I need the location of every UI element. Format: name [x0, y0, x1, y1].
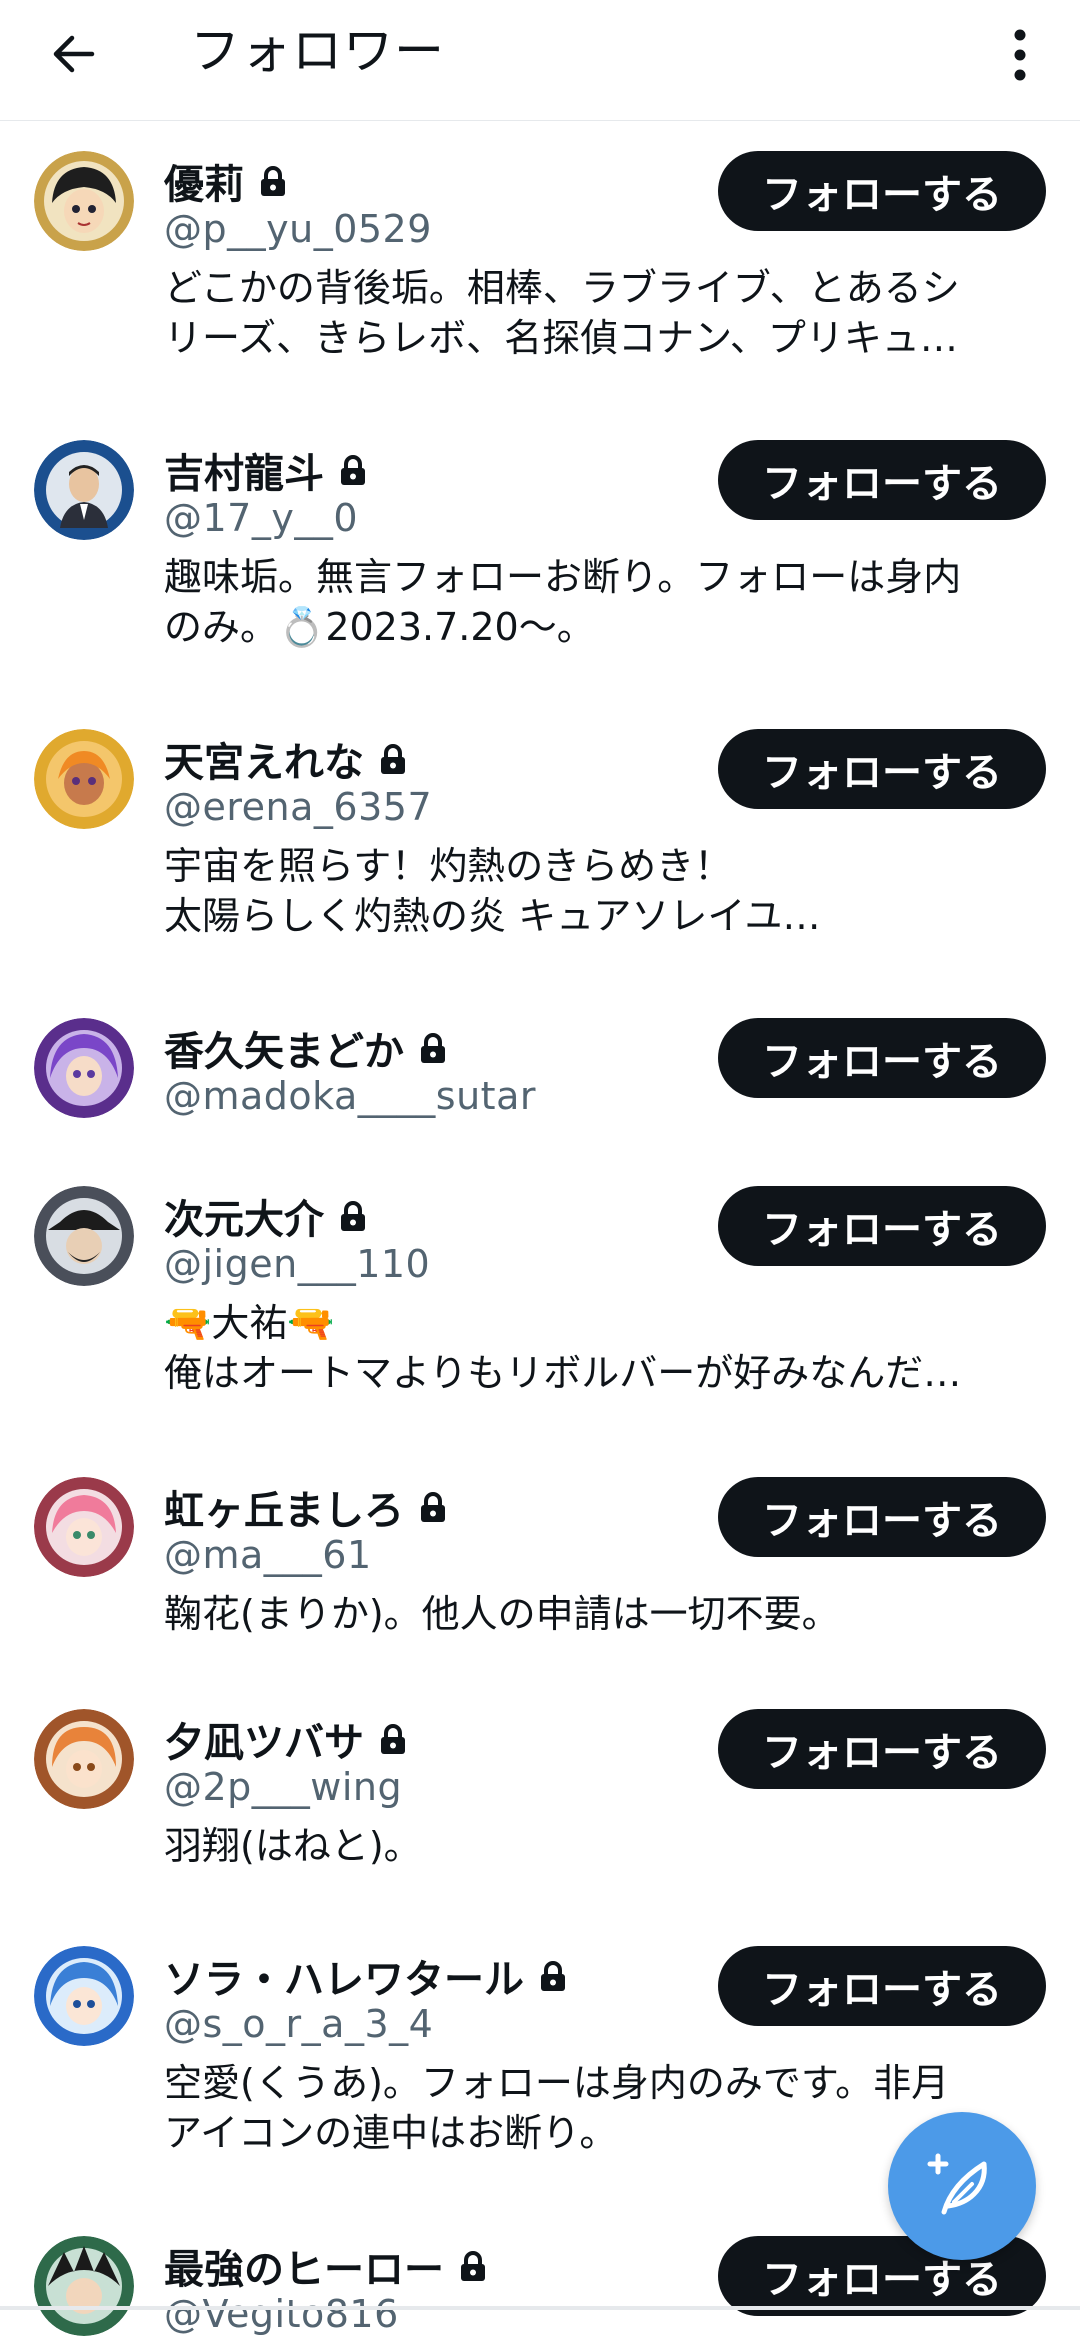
follow-button[interactable]: フォローする: [718, 1018, 1046, 1098]
display-name: 虹ヶ丘ましろ: [164, 1488, 404, 1534]
avatar[interactable]: [34, 2236, 134, 2336]
avatar[interactable]: [34, 729, 134, 829]
compose-post-button[interactable]: [888, 2112, 1036, 2260]
lock-icon: [538, 1960, 568, 1992]
user-handle: @p__yu_0529: [164, 207, 432, 251]
display-name: 夕凪ツバサ: [164, 1720, 364, 1766]
user-bio: 羽翔(はねと)。: [164, 1824, 422, 1868]
avatar[interactable]: [34, 1709, 134, 1809]
avatar[interactable]: [34, 1946, 134, 2046]
user-handle: @ma___61: [164, 1533, 372, 1577]
user-bio: 鞠花(まりか)。他人の申請は一切不要。: [164, 1592, 840, 1636]
lock-icon: [338, 1200, 368, 1232]
avatar[interactable]: [34, 1018, 134, 1118]
display-name: 天宮えれな: [164, 740, 364, 786]
follow-button[interactable]: フォローする: [718, 729, 1046, 809]
avatar[interactable]: [34, 1186, 134, 1286]
lock-icon: [458, 2250, 488, 2282]
arrow-left-icon: [53, 35, 95, 73]
user-bio: 宇宙を照らす！灼熱のきらめき！ 太陽らしく灼熱の炎 キュアソレイユ…: [164, 844, 821, 938]
lock-icon: [258, 165, 288, 197]
user-handle: @2p___wing: [164, 1765, 403, 1809]
avatar[interactable]: [34, 151, 134, 251]
display-name: 吉村龍斗: [164, 451, 324, 497]
bottom-divider: [0, 2306, 1080, 2310]
display-name: 最強のヒーロー: [164, 2247, 444, 2293]
user-handle: @madoka____sutar: [164, 1074, 536, 1118]
back-button[interactable]: [44, 24, 104, 84]
user-bio: 趣味垢。無言フォローお断り。フォローは身内 のみ。💍2023.7.20〜。: [164, 555, 962, 649]
follow-button[interactable]: フォローする: [718, 1946, 1046, 2026]
lock-icon: [418, 1491, 448, 1523]
display-name: ソラ・ハレワタール: [164, 1957, 524, 2003]
display-name: 香久矢まどか: [164, 1029, 404, 1075]
user-bio: 🔫大祐🔫 俺はオートマよりもリボルバーが好みなんだ…: [164, 1301, 962, 1395]
user-handle: @jigen___110: [164, 1242, 431, 1286]
follow-button[interactable]: フォローする: [718, 1186, 1046, 1266]
follow-button[interactable]: フォローする: [718, 1709, 1046, 1789]
avatar[interactable]: [34, 1477, 134, 1577]
follow-button[interactable]: フォローする: [718, 151, 1046, 231]
lock-icon: [418, 1032, 448, 1064]
follow-button[interactable]: フォローする: [718, 440, 1046, 520]
user-bio: どこかの背後垢。相棒、ラブライブ、とあるシ リーズ、きらレボ、名探偵コナン、プリ…: [164, 266, 960, 360]
user-handle: @s_o_r_a_3_4: [164, 2002, 434, 2046]
avatar[interactable]: [34, 440, 134, 540]
lock-icon: [338, 454, 368, 486]
follow-button[interactable]: フォローする: [718, 1477, 1046, 1557]
user-handle: @erena_6357: [164, 785, 433, 829]
user-handle: @Vegito816: [164, 2292, 399, 2336]
top-app-bar: フォロワー: [0, 0, 1080, 121]
compose-feather-icon: [927, 2153, 987, 2215]
page-title: フォロワー: [190, 22, 445, 80]
user-handle: @17_y__0: [164, 496, 359, 540]
display-name: 次元大介: [164, 1197, 324, 1243]
display-name: 優莉: [164, 162, 244, 208]
lock-icon: [378, 1723, 408, 1755]
kebab-menu-icon: [1014, 29, 1026, 81]
lock-icon: [378, 743, 408, 775]
more-options-button[interactable]: [990, 20, 1050, 90]
